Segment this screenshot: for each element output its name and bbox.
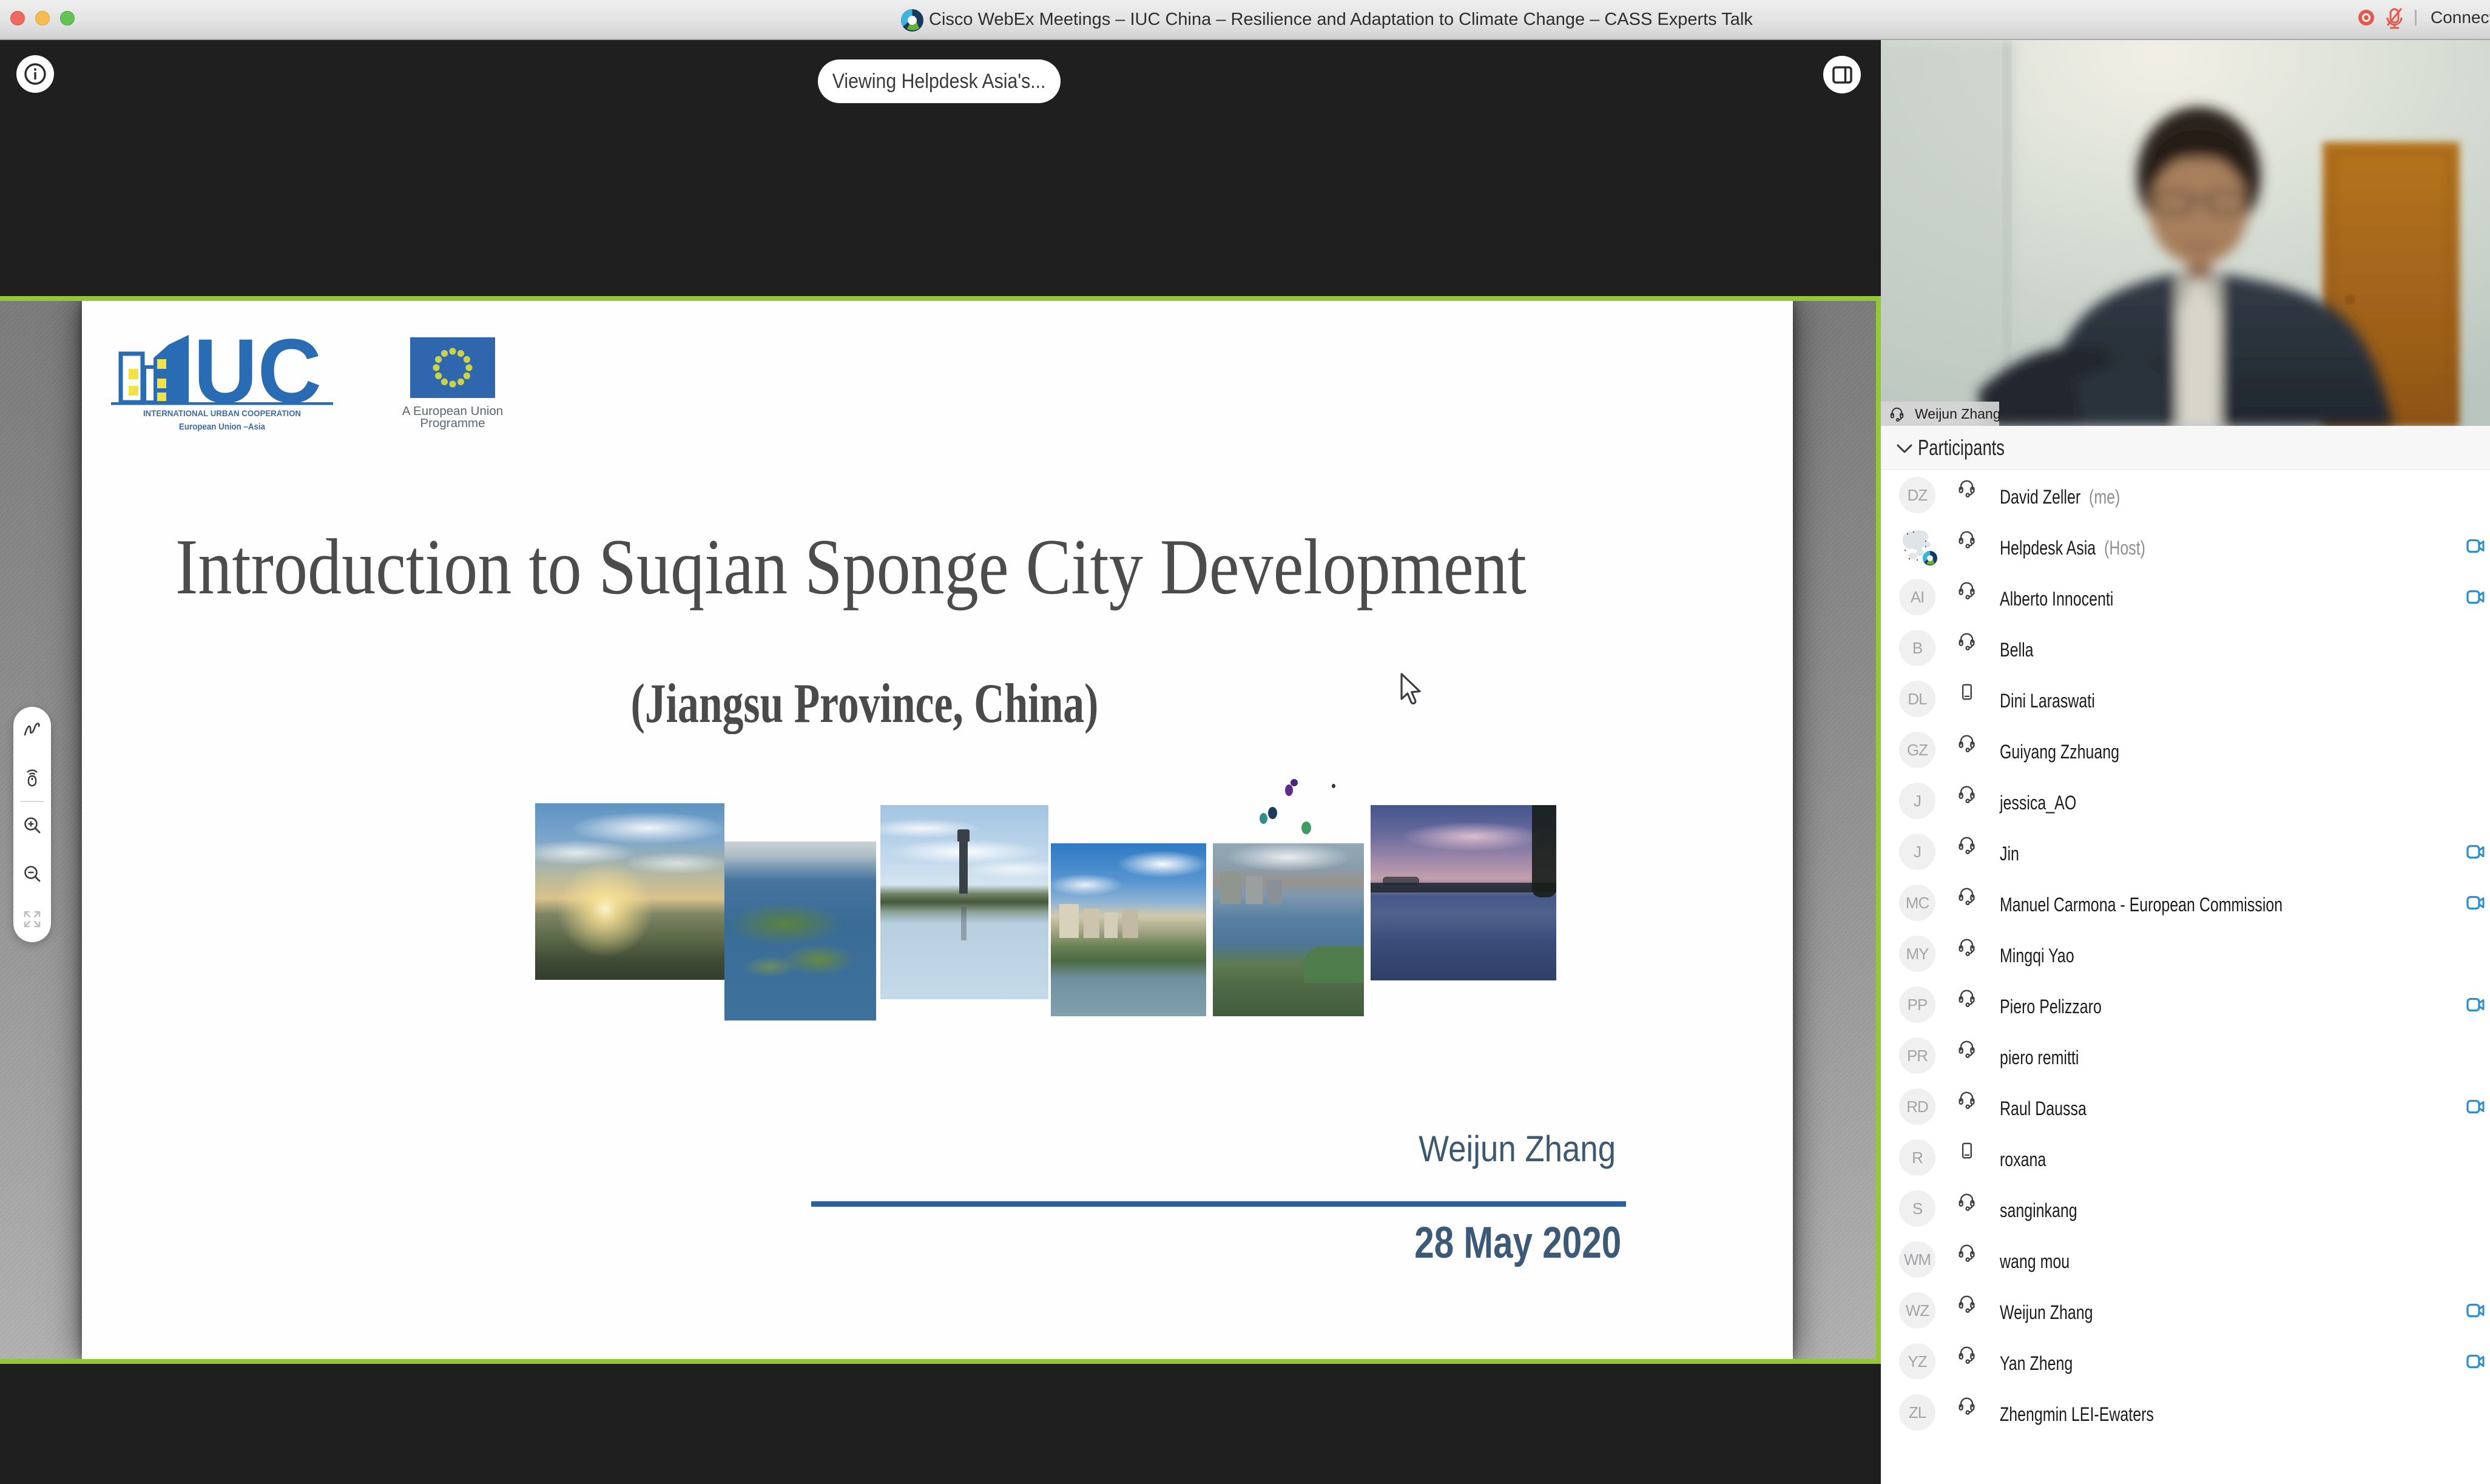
svg-text:INTERNATIONAL URBAN COOPERATIO: INTERNATIONAL URBAN COOPERATION — [143, 408, 301, 418]
svg-text:Connected: Connected — [2431, 8, 2490, 27]
svg-text:European Union –Asia: European Union –Asia — [179, 422, 266, 432]
svg-text:UC: UC — [194, 328, 322, 422]
